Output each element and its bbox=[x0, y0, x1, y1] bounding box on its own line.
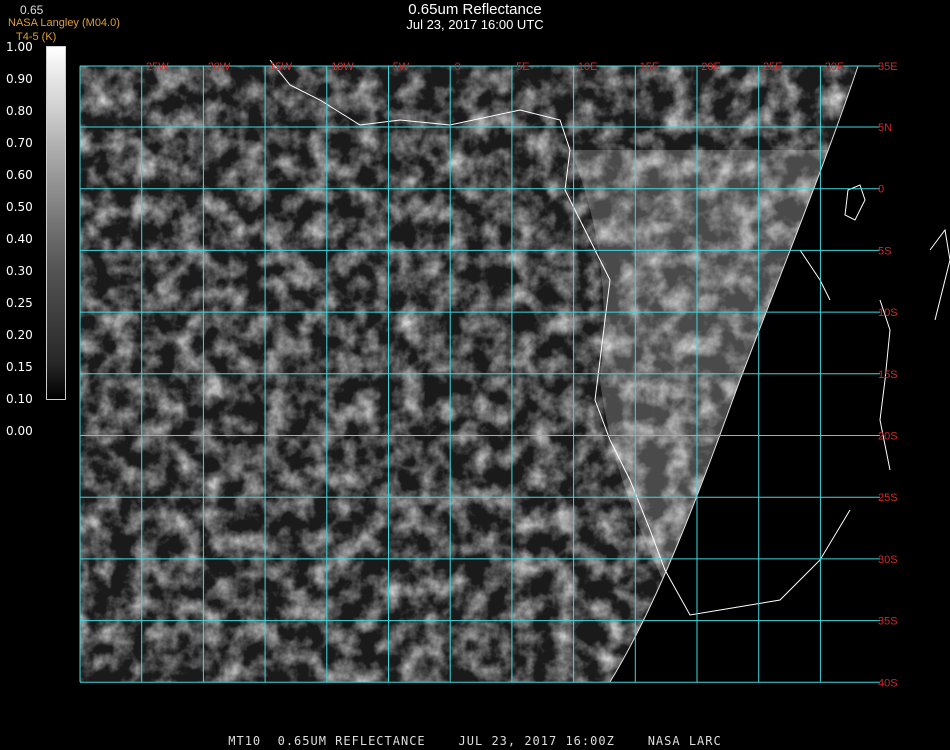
lon-label: 10E bbox=[578, 61, 598, 73]
lon-label: 5E bbox=[516, 61, 529, 73]
lon-label: 35E bbox=[878, 61, 898, 73]
lon-label: 15W bbox=[269, 61, 292, 73]
lat-label: 30S bbox=[878, 554, 898, 566]
lon-label: 25E bbox=[763, 61, 783, 73]
coastline-lakes bbox=[844, 184, 866, 221]
lat-label: 15S bbox=[878, 369, 898, 381]
lat-label: 5S bbox=[878, 245, 891, 257]
lon-label: 25W bbox=[146, 61, 169, 73]
lon-label: 20E bbox=[701, 61, 721, 73]
lat-label: 25S bbox=[878, 492, 898, 504]
lat-label: 20S bbox=[878, 431, 898, 443]
lat-label: 35S bbox=[878, 616, 898, 628]
lat-label: 5N bbox=[878, 122, 892, 134]
lat-label: 10S bbox=[878, 307, 898, 319]
map-canvas: 25W 20W 15W 10W 5W 0 5E 10E 15E 20E 25E 30E 35E 5N 0 5S… bbox=[79, 59, 950, 689]
coastline-madagascar bbox=[929, 228, 950, 321]
lon-label: 15E bbox=[640, 61, 660, 73]
lon-label: 10W bbox=[331, 61, 354, 73]
lat-label: 0 bbox=[878, 184, 884, 196]
lon-label: 20W bbox=[208, 61, 231, 73]
lon-label: 5W bbox=[393, 61, 410, 73]
lon-label: 30E bbox=[825, 61, 845, 73]
lon-label: 0 bbox=[455, 61, 461, 73]
lat-label: 40S bbox=[878, 677, 898, 689]
footer-caption: MT10 0.65UM REFLECTANCE JUL 23, 2017 16:… bbox=[228, 734, 722, 748]
